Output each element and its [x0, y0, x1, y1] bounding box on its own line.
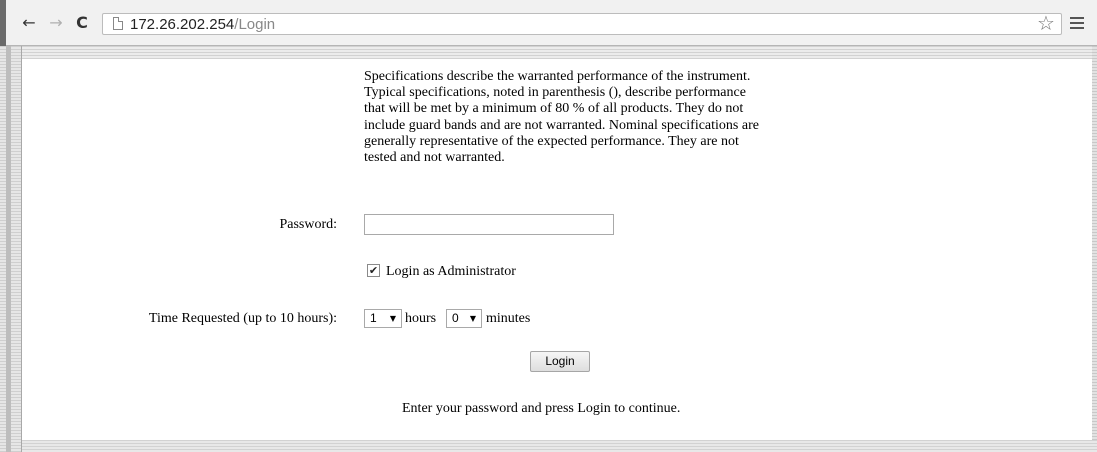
hours-value: 1 — [370, 311, 377, 325]
time-requested-label: Time Requested (up to 10 hours): — [148, 311, 337, 326]
frame-left-border — [0, 46, 22, 452]
admin-checkbox[interactable]: ✔ — [367, 264, 380, 277]
login-button[interactable]: Login — [530, 351, 590, 372]
forward-arrow-icon[interactable]: → — [47, 14, 65, 32]
minutes-label: minutes — [486, 311, 531, 326]
browser-toolbar: ← → C 172.26.202.254/Login ☆ — [0, 0, 1097, 46]
frame-bottom-border — [22, 440, 1097, 452]
dropdown-arrow-icon: ▼ — [469, 314, 476, 323]
password-field[interactable] — [364, 214, 614, 235]
specifications-text: Specifications describe the warranted pe… — [364, 69, 759, 166]
admin-checkbox-label[interactable]: Login as Administrator — [386, 264, 516, 280]
minutes-value: 0 — [452, 311, 459, 325]
url-path: /Login — [234, 16, 276, 33]
page-icon — [113, 17, 123, 30]
reload-icon[interactable]: C — [73, 14, 91, 32]
frame-left-shadow — [6, 46, 11, 452]
star-icon[interactable]: ☆ — [1037, 13, 1055, 33]
hours-select[interactable]: 1 ▼ — [364, 309, 402, 328]
window-edge — [0, 0, 6, 46]
frame-right-border — [1092, 46, 1097, 452]
login-hint: Enter your password and press Login to c… — [402, 401, 681, 416]
minutes-select[interactable]: 0 ▼ — [446, 309, 482, 328]
password-label: Password: — [279, 217, 337, 232]
dropdown-arrow-icon: ▼ — [389, 314, 396, 323]
url-host: 172.26.202.254 — [130, 16, 235, 33]
menu-icon[interactable] — [1070, 17, 1084, 29]
hours-label: hours — [405, 311, 437, 326]
back-arrow-icon[interactable]: ← — [20, 14, 38, 32]
frame-top-border — [22, 46, 1097, 59]
address-bar[interactable]: 172.26.202.254/Login — [102, 13, 1062, 35]
url-text[interactable]: 172.26.202.254/Login — [130, 16, 275, 33]
